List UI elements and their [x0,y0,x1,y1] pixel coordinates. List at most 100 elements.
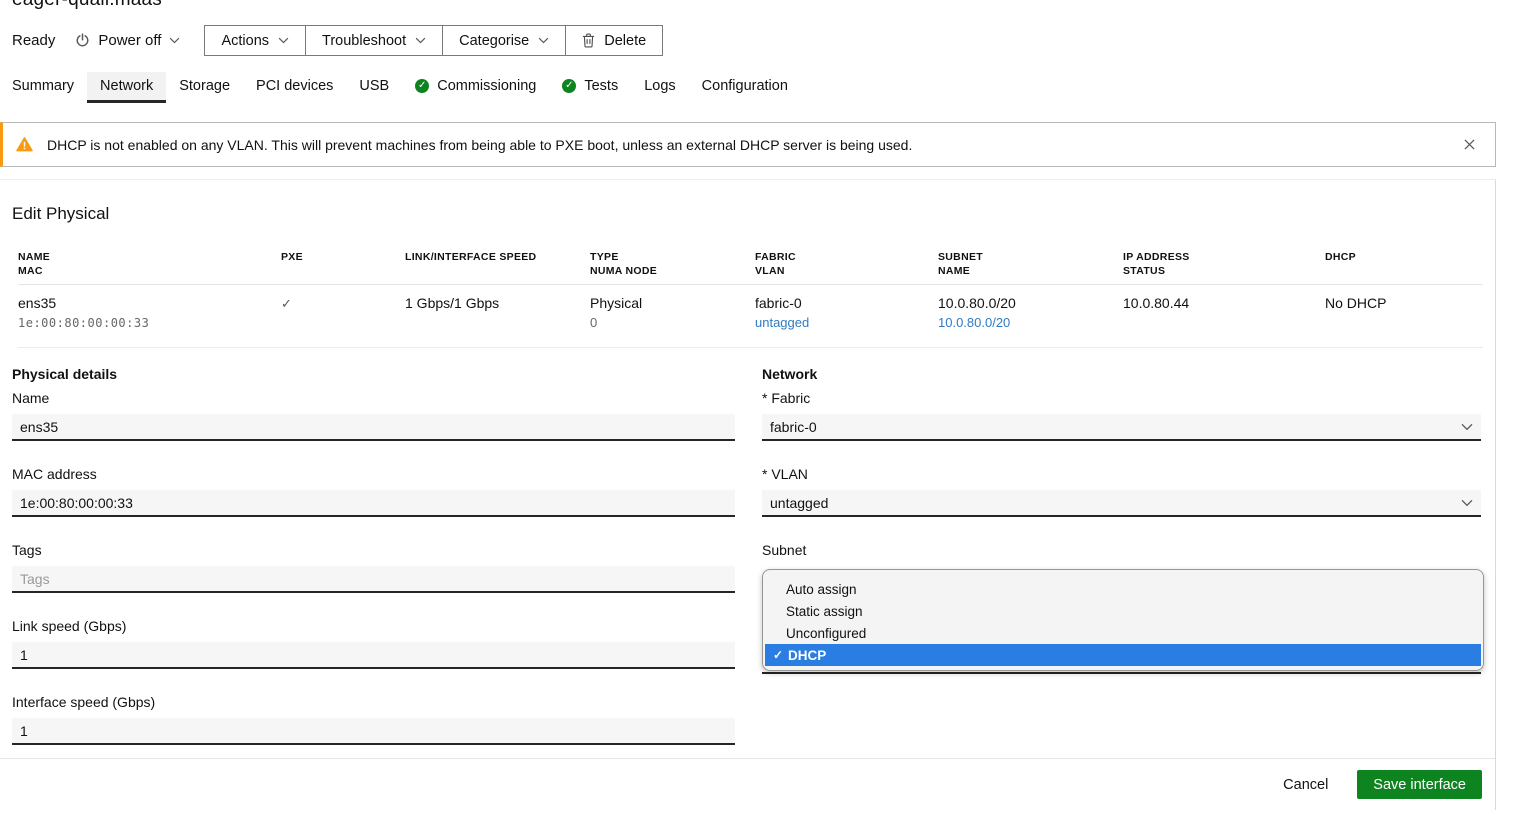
numa-node: 0 [590,315,755,331]
actions-label: Actions [221,33,269,49]
interface-speed-input[interactable] [12,718,735,745]
col-ip-status: IP ADDRESSSTATUS [1123,250,1325,278]
table-row: ens35 1e:00:80:00:00:33 ✓ 1 Gbps/1 Gbps … [18,285,1483,348]
col-dhcp: DHCP [1325,250,1483,278]
physical-details-heading: Physical details [12,366,735,382]
vlan-link[interactable]: untagged [755,315,809,330]
panel-title: Edit Physical [0,180,1495,224]
option-label: DHCP [788,648,826,663]
link-speed: 1 Gbps/1 Gbps [405,295,590,312]
name-label: Name [12,390,735,407]
machine-toolbar: Ready Power off Actions Troubleshoot Cat… [12,25,1514,56]
tab-configuration[interactable]: Configuration [689,72,801,103]
tab-usb[interactable]: USB [346,72,402,103]
ip-address: 10.0.80.44 [1123,295,1325,312]
action-button-group: Actions Troubleshoot Categorise [204,25,663,56]
tab-label: PCI devices [256,78,333,94]
col-fabric-vlan: FABRICVLAN [755,250,938,278]
subnet-option-unconfigured[interactable]: Unconfigured [763,622,1483,644]
link-speed-field-group: Link speed (Gbps) [12,618,735,669]
success-check-icon: ✓ [562,79,576,93]
vlan-label: * VLAN [762,466,1481,483]
chevron-down-icon [538,37,549,44]
troubleshoot-button[interactable]: Troubleshoot [306,26,443,55]
dhcp-status: No DHCP [1325,295,1483,312]
categorise-button[interactable]: Categorise [443,26,566,55]
trash-icon [582,33,595,48]
tags-field-group: Tags [12,542,735,593]
subnet-link[interactable]: 10.0.80.0/20 [938,315,1010,330]
subnet-select-underline [762,672,1481,674]
cell-name-mac: ens35 1e:00:80:00:00:33 [18,295,281,331]
tags-input[interactable] [12,566,735,593]
power-icon [75,33,90,48]
mac-input[interactable] [12,490,735,517]
subnet-field-group: Subnet Auto assign Static assign Unconfi… [762,542,1481,671]
tab-commissioning[interactable]: ✓ Commissioning [402,72,549,103]
tab-logs[interactable]: Logs [631,72,688,103]
fabric-selected-value: fabric-0 [770,419,817,435]
vlan-select[interactable]: untagged [762,490,1481,517]
fabric-label: * Fabric [762,390,1481,407]
chevron-down-icon [415,37,426,44]
interface-name: ens35 [18,295,281,312]
cell-fabric-vlan: fabric-0 untagged [755,295,938,331]
network-column: Network * Fabric fabric-0 * VLAN untagge… [762,366,1481,770]
interface-speed-label: Interface speed (Gbps) [12,694,735,711]
cancel-button[interactable]: Cancel [1283,777,1328,793]
tags-label: Tags [12,542,735,559]
col-name-mac: NAMEMAC [18,250,281,278]
delete-button[interactable]: Delete [566,26,662,55]
pxe-check-icon: ✓ [281,295,405,312]
power-menu[interactable]: Power off [75,32,180,49]
fabric-select[interactable]: fabric-0 [762,414,1481,441]
interface-table: NAMEMAC PXE LINK/INTERFACE SPEED TYPENUM… [18,250,1483,348]
table-header-row: NAMEMAC PXE LINK/INTERFACE SPEED TYPENUM… [18,250,1483,285]
chevron-down-icon [169,37,180,44]
network-heading: Network [762,366,1481,382]
tab-tests[interactable]: ✓ Tests [549,72,631,103]
subnet-option-static-assign[interactable]: Static assign [763,600,1483,622]
subnet-option-dhcp[interactable]: ✓ DHCP [765,644,1481,666]
troubleshoot-label: Troubleshoot [322,33,406,49]
interface-mac: 1e:00:80:00:00:33 [18,315,281,331]
tab-label: Commissioning [437,78,536,94]
machine-title: eager-quail.maas [12,0,1514,11]
banner-message: DHCP is not enabled on any VLAN. This wi… [47,137,912,153]
option-label: Auto assign [786,582,857,597]
interface-speed-field-group: Interface speed (Gbps) [12,694,735,745]
edit-physical-panel: Edit Physical NAMEMAC PXE LINK/INTERFACE… [0,179,1496,810]
categorise-label: Categorise [459,33,529,49]
tab-network[interactable]: Network [87,72,166,103]
mac-field-group: MAC address [12,466,735,517]
cell-ip: 10.0.80.44 [1123,295,1325,331]
link-speed-input[interactable] [12,642,735,669]
actions-button[interactable]: Actions [205,26,306,55]
subnet-label: Subnet [762,542,1481,559]
fabric-value: fabric-0 [755,295,938,312]
col-speed: LINK/INTERFACE SPEED [405,250,590,278]
warning-icon [16,137,33,152]
form-footer: Cancel Save interface [0,758,1495,810]
tab-label: Summary [12,78,74,94]
tab-pci-devices[interactable]: PCI devices [243,72,346,103]
tab-label: Logs [644,78,675,94]
tab-label: USB [359,78,389,94]
cell-speed: 1 Gbps/1 Gbps [405,295,590,331]
option-label: Unconfigured [786,626,866,641]
close-icon[interactable] [1460,135,1479,154]
fabric-field-group: * Fabric fabric-0 [762,390,1481,441]
power-label: Power off [98,32,161,49]
cell-subnet: 10.0.80.0/20 10.0.80.0/20 [938,295,1123,331]
name-input[interactable] [12,414,735,441]
tab-summary[interactable]: Summary [12,72,87,103]
col-type-numa: TYPENUMA NODE [590,250,755,278]
machine-tabs: Summary Network Storage PCI devices USB … [12,72,1514,103]
cell-type-numa: Physical 0 [590,295,755,331]
tab-storage[interactable]: Storage [166,72,243,103]
selected-check-icon: ✓ [773,648,788,662]
subnet-option-auto-assign[interactable]: Auto assign [763,578,1483,600]
save-interface-button[interactable]: Save interface [1357,770,1482,799]
subnet-cidr: 10.0.80.0/20 [938,295,1123,312]
tab-label: Storage [179,78,230,94]
